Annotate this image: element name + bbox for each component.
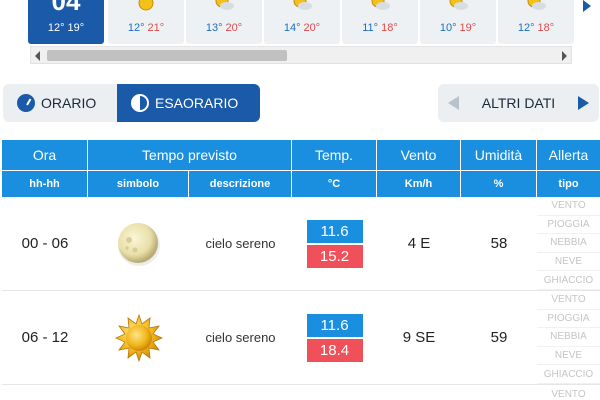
clock-icon — [17, 94, 35, 112]
day-card[interactable]: 11° 18° — [342, 0, 418, 44]
day-card[interactable]: 12° 21° — [108, 0, 184, 44]
subheader-allerta: tipo — [537, 170, 600, 197]
day-strip: 04 12° 19° 12° 21° 13° 20° 14° 20° 11° 1… — [0, 0, 600, 46]
day-card-04[interactable]: 04 12° 19° — [28, 0, 104, 44]
sun-cloud-icon — [371, 0, 390, 10]
day-min: 12° — [47, 22, 65, 34]
chevron-right-icon[interactable] — [583, 0, 591, 12]
alert-neve: NEVE — [537, 347, 600, 366]
scroll-right-icon[interactable] — [562, 51, 567, 61]
alert-pioggia: PIOGGIA — [537, 216, 600, 235]
day-max: 19° — [67, 22, 85, 34]
subheader-row: hh-hh simbolo descrizione °C Km/h % tipo — [2, 170, 600, 197]
subheader-vento: Km/h — [377, 170, 461, 197]
alert-pioggia: PIOGGIA — [537, 310, 600, 329]
sun-cloud-icon — [449, 0, 468, 10]
row-allerta: VENTO PIOGGIA NEBBIA NEVE GHIACCIO — [537, 197, 600, 290]
day-card[interactable]: 12° 18° — [498, 0, 574, 44]
row-descrizione: cielo sereno — [205, 330, 276, 345]
day-max: 20° — [303, 22, 321, 34]
day-min: 14° — [283, 22, 301, 34]
header-vento: Vento — [377, 140, 461, 170]
day-max: 18° — [381, 22, 398, 34]
alert-ghiaccio: GHIACCIO — [537, 271, 600, 290]
header-tempo: Tempo previsto — [88, 140, 292, 170]
day-card[interactable]: 14° 20° — [264, 0, 340, 44]
header-ora: Ora — [2, 140, 88, 170]
row-umidita: 59 — [490, 329, 508, 346]
day-min: 12° — [517, 22, 535, 34]
sun-icon — [138, 0, 154, 11]
altri-dati-label: ALTRI DATI — [481, 95, 556, 111]
header-umidita: Umidità — [461, 140, 537, 170]
day-card[interactable]: 10° 19° — [420, 0, 496, 44]
alert-vento: VENTO — [537, 291, 600, 310]
subheader-ora: hh-hh — [2, 170, 88, 197]
alert-vento: VENTO — [537, 197, 600, 216]
day-min: 10° — [439, 22, 457, 34]
row-ora: 00 - 06 — [21, 235, 69, 252]
subheader-descrizione: descrizione — [189, 170, 292, 197]
day-min: 11° — [362, 22, 379, 34]
alert-nebbia: NEBBIA — [537, 234, 600, 253]
alert-ghiaccio: GHIACCIO — [537, 365, 600, 384]
sun-cloud-icon — [293, 0, 312, 10]
table-row: 00 - 06 cielo sereno 11.6 15.2 4 E 58 VE… — [2, 197, 600, 291]
alert-vento: VENTO — [551, 388, 586, 400]
row-vento: 9 SE — [402, 329, 436, 346]
triangle-left-icon — [448, 96, 459, 110]
row-temp: 11.6 15.2 — [292, 197, 377, 290]
subheader-umidita: % — [461, 170, 537, 197]
sun-cloud-icon — [215, 0, 234, 10]
day-number: 04 — [51, 0, 81, 16]
row-simbolo — [88, 197, 189, 290]
row-umidita: 58 — [490, 235, 508, 252]
row-temp: 11.6 18.4 — [292, 291, 377, 384]
view-toggle: ORARIO ESAORARIO — [3, 84, 260, 122]
esaorario-button[interactable]: ESAORARIO — [117, 84, 260, 122]
row-allerta: VENTO PIOGGIA NEBBIA NEVE GHIACCIO — [537, 291, 600, 384]
day-card[interactable]: 13° 20° — [186, 0, 262, 44]
esaorario-label: ESAORARIO — [155, 95, 239, 111]
sun-icon — [114, 313, 163, 362]
altri-dati-button[interactable]: ALTRI DATI — [438, 84, 599, 122]
alert-nebbia: NEBBIA — [537, 328, 600, 347]
row-descrizione: cielo sereno — [205, 236, 276, 251]
day-max: 20° — [225, 22, 243, 34]
table-row: 06 - 12 cielo sereno 11.6 18.4 9 SE 59 V… — [2, 291, 600, 385]
header-temp: Temp. — [292, 140, 377, 170]
moon-icon — [117, 222, 160, 266]
scroll-thumb[interactable] — [47, 50, 287, 61]
temp-min: 11.6 — [306, 313, 363, 337]
triangle-right-icon — [577, 96, 589, 110]
day-min: 13° — [205, 22, 223, 34]
temp-max: 18.4 — [306, 338, 363, 362]
day-max: 21° — [147, 22, 165, 34]
row-vento: 4 E — [407, 235, 431, 252]
alert-neve: NEVE — [537, 253, 600, 272]
temp-max: 15.2 — [306, 244, 363, 268]
forecast-table: Ora Tempo previsto Temp. Vento Umidità A… — [2, 140, 600, 400]
day-min: 12° — [127, 22, 145, 34]
half-circle-icon — [131, 94, 149, 112]
subheader-simbolo: simbolo — [88, 170, 189, 197]
header-row: Ora Tempo previsto Temp. Vento Umidità A… — [2, 140, 600, 170]
table-row: VENTO — [2, 385, 600, 400]
orario-label: ORARIO — [41, 95, 97, 111]
row-simbolo — [88, 291, 189, 384]
row-ora: 06 - 12 — [21, 329, 69, 346]
subheader-temp: °C — [292, 170, 377, 197]
orario-button[interactable]: ORARIO — [3, 84, 117, 122]
day-max: 19° — [459, 22, 477, 34]
sun-cloud-icon — [527, 0, 546, 10]
temp-min: 11.6 — [306, 219, 363, 243]
day-strip-scrollbar[interactable] — [30, 46, 572, 64]
header-allerta: Allerta — [537, 140, 600, 170]
scroll-left-icon[interactable] — [35, 51, 40, 61]
day-max: 18° — [537, 22, 555, 34]
